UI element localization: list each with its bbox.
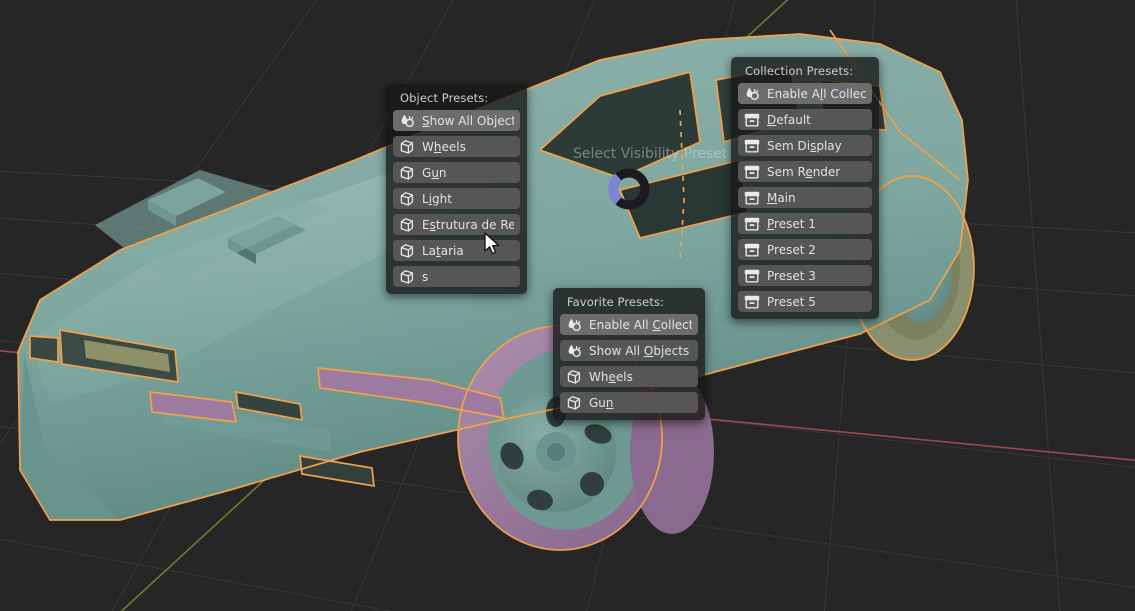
favorite-presets-panel[interactable]: Favorite Presets: Enable All Collections… <box>553 288 705 420</box>
object-cube-icon <box>567 395 581 410</box>
menu-item[interactable]: Preset 2 <box>738 239 872 260</box>
menu-item-label: Sem Display <box>767 138 842 153</box>
menu-item[interactable]: Wheels <box>560 366 698 387</box>
menu-item[interactable]: Preset 1 <box>738 213 872 234</box>
collection-box-icon <box>744 243 760 256</box>
menu-item[interactable]: s <box>393 266 520 287</box>
collection-box-icon <box>744 113 760 126</box>
menu-item-label: Sem Render <box>767 164 841 179</box>
menu-item[interactable]: Show All Objects <box>560 340 698 361</box>
object-cube-icon <box>400 165 414 180</box>
menu-item-label: Estrutura de Reforço <box>422 217 514 232</box>
hide-off-icon <box>746 87 759 100</box>
collection-box-icon <box>744 165 760 178</box>
menu-item[interactable]: Light <box>393 188 520 209</box>
menu-item-label: s <box>422 269 429 284</box>
menu-item-label: Wheels <box>589 369 633 384</box>
menu-item[interactable]: Main <box>738 187 872 208</box>
menu-item[interactable]: Show All Objects <box>393 110 520 131</box>
menu-item-label: Preset 2 <box>767 242 816 257</box>
object-presets-list: Show All Objects Wheels Gun Light Estrutura … <box>393 110 520 287</box>
menu-item-label: Preset 5 <box>767 294 816 309</box>
collection-presets-title: Collection Presets: <box>745 64 854 78</box>
object-cube-icon <box>400 139 414 154</box>
menu-item[interactable]: Enable All Collections <box>738 83 872 104</box>
menu-item[interactable]: Enable All Collections <box>560 314 698 335</box>
menu-item-label: Show All Objects <box>589 343 690 358</box>
favorite-presets-list: Enable All Collections Show All Objects Wh… <box>560 314 698 413</box>
menu-item-label: Gun <box>422 165 447 180</box>
object-presets-title: Object Presets: <box>400 91 489 105</box>
favorite-presets-title: Favorite Presets: <box>567 295 665 309</box>
collection-box-icon <box>744 269 760 282</box>
collection-presets-list: Enable All Collections Default Sem Display… <box>738 83 872 312</box>
collection-box-icon <box>744 217 760 230</box>
menu-item-label: Gun <box>589 395 614 410</box>
menu-item[interactable]: Lataria <box>393 240 520 261</box>
object-cube-icon <box>567 369 581 384</box>
menu-item[interactable]: Preset 3 <box>738 265 872 286</box>
menu-item-label: Enable All Collections <box>767 86 866 101</box>
hide-off-icon <box>401 114 414 127</box>
object-cube-icon <box>400 269 414 284</box>
object-presets-panel[interactable]: Object Presets: Show All Objects Wheels Gu… <box>386 84 527 294</box>
menu-item-label: Main <box>767 190 796 205</box>
menu-item[interactable]: Default <box>738 109 872 130</box>
menu-item[interactable]: Gun <box>560 392 698 413</box>
menu-item-label: Enable All Collections <box>589 317 692 332</box>
menu-item-label: Preset 3 <box>767 268 816 283</box>
collection-box-icon <box>744 139 760 152</box>
menu-item[interactable]: Estrutura de Reforço <box>393 214 520 235</box>
hide-off-icon <box>568 318 581 331</box>
collection-box-icon <box>744 191 760 204</box>
hide-off-icon <box>568 344 581 357</box>
collection-box-icon <box>744 295 760 308</box>
menu-item[interactable]: Sem Display <box>738 135 872 156</box>
object-cube-icon <box>400 191 414 206</box>
menu-item-label: Lataria <box>422 243 464 258</box>
menu-item-label: Default <box>767 112 811 127</box>
menu-item-label: Preset 1 <box>767 216 816 231</box>
blender-application-window: Select Visibility Preset Object Presets:… <box>0 0 1135 611</box>
menu-item-label: Wheels <box>422 139 466 154</box>
object-cube-icon <box>400 217 414 232</box>
menu-item[interactable]: Sem Render <box>738 161 872 182</box>
collection-presets-panel[interactable]: Collection Presets: Enable All Collectio… <box>731 57 879 319</box>
menu-item[interactable]: Preset 5 <box>738 291 872 312</box>
menu-item-label: Show All Objects <box>422 113 514 128</box>
menu-item[interactable]: Gun <box>393 162 520 183</box>
menu-item-label: Light <box>422 191 452 206</box>
object-cube-icon <box>400 243 414 258</box>
menu-item[interactable]: Wheels <box>393 136 520 157</box>
